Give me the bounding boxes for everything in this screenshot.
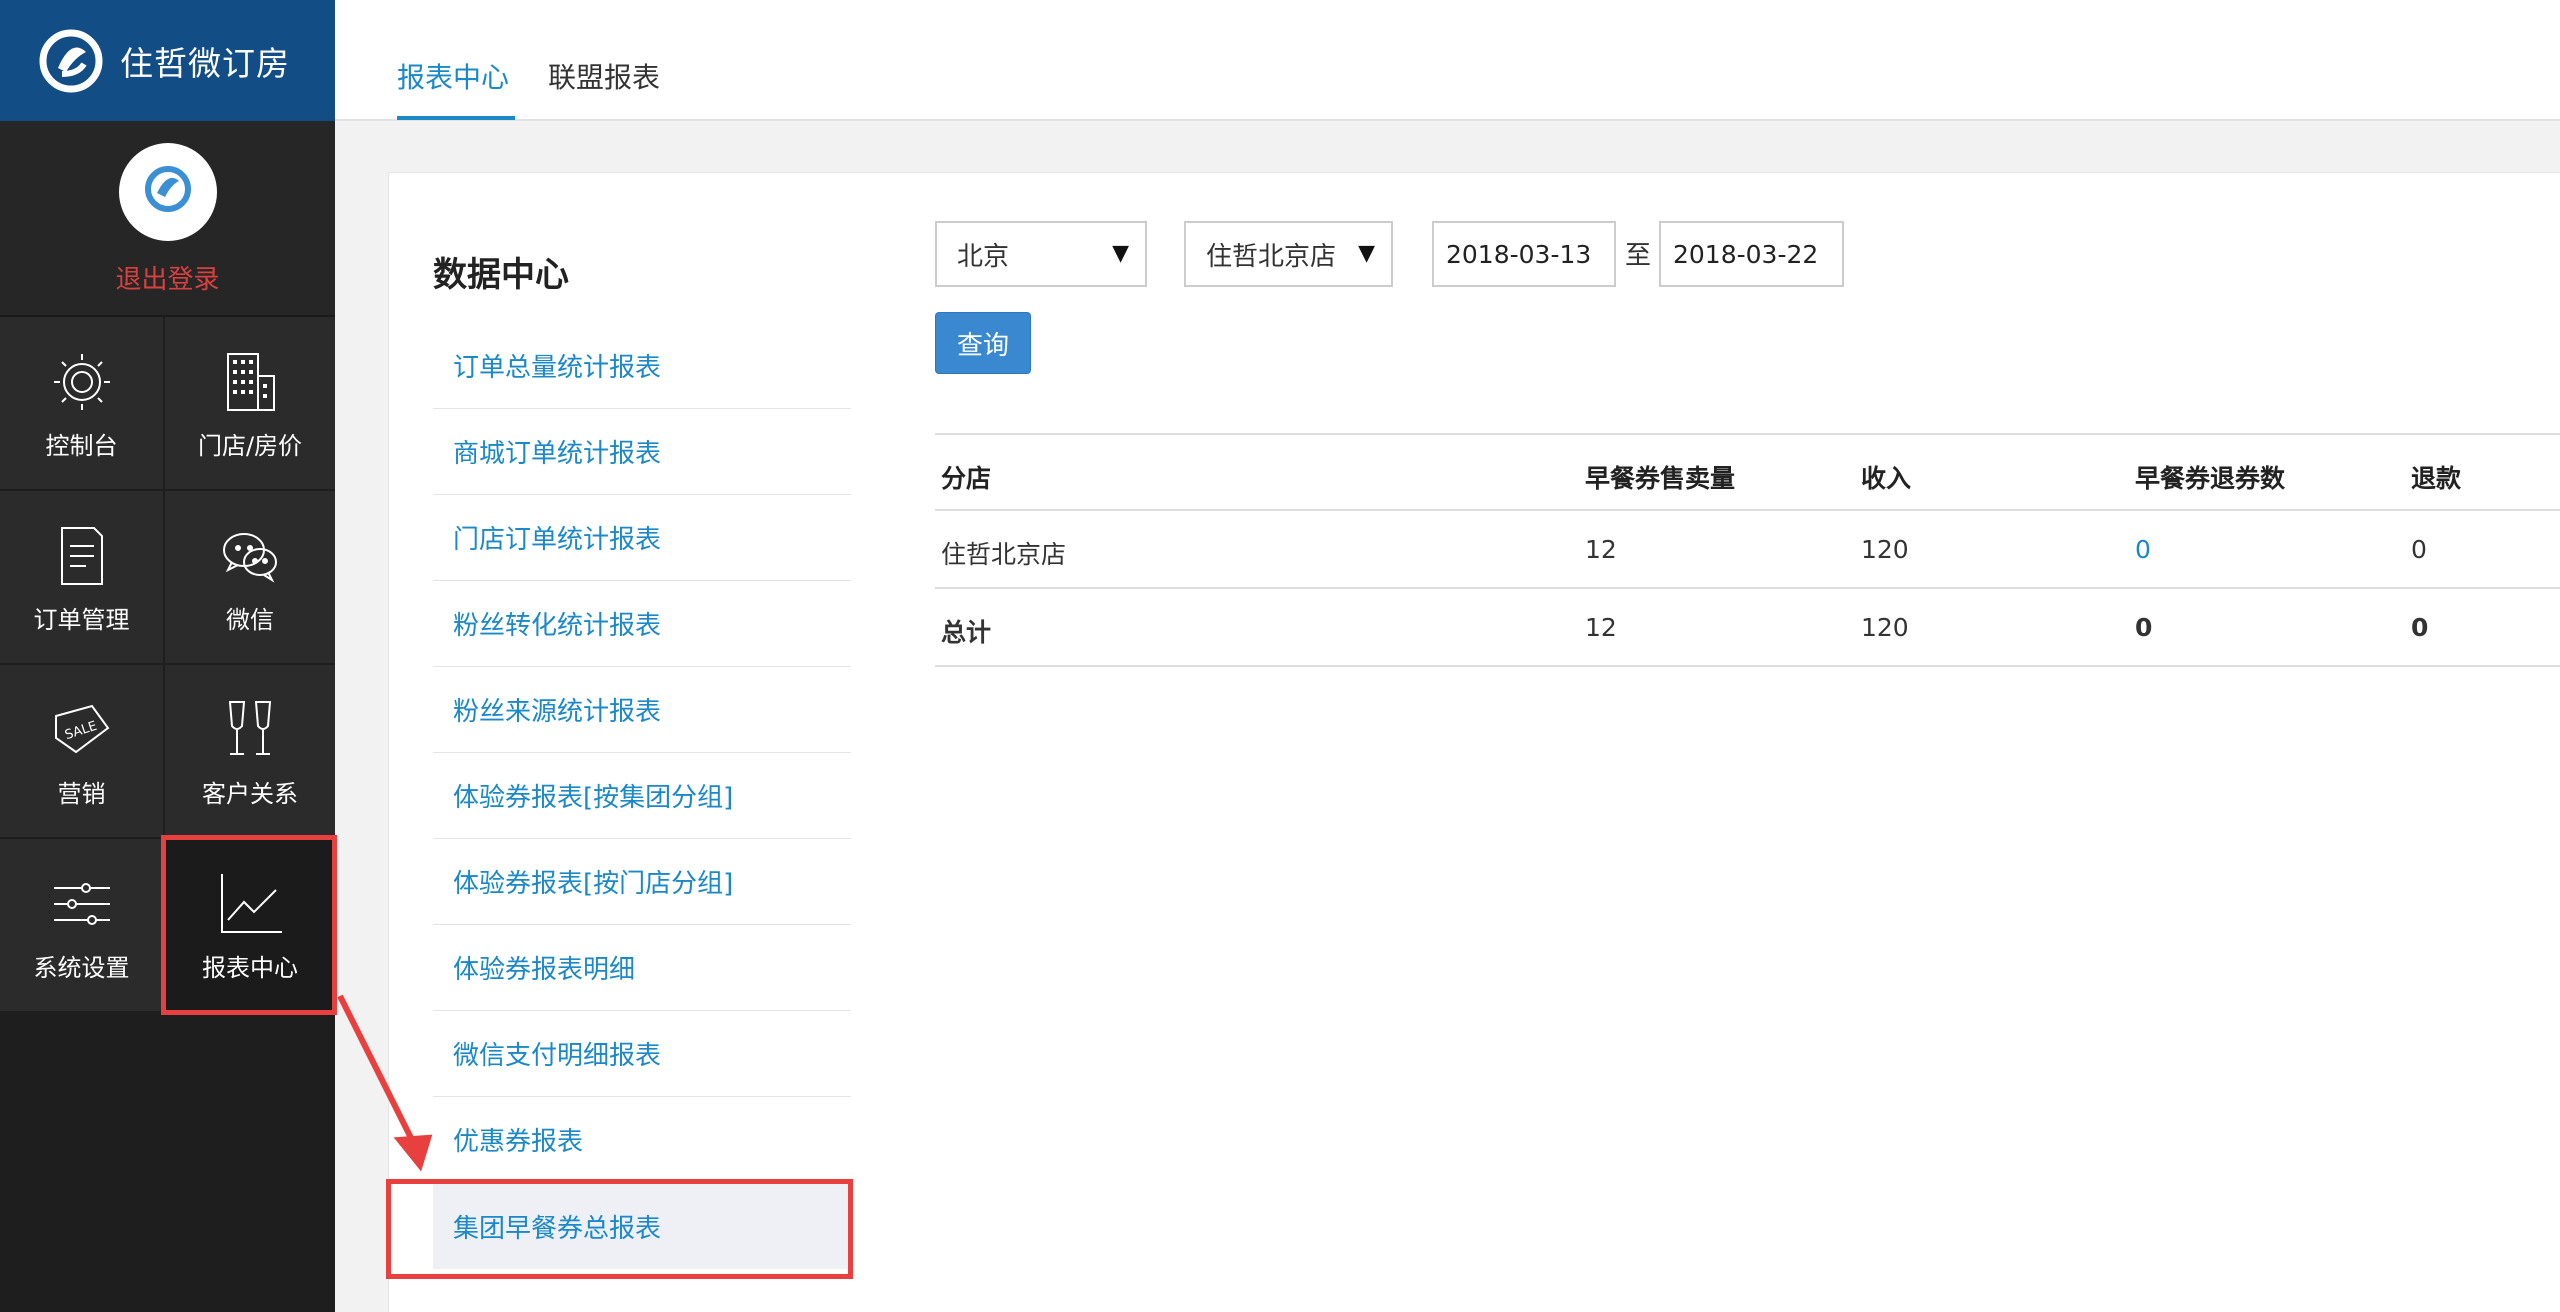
nav-item-dashboard[interactable]: 控制台 [0, 317, 163, 489]
nav-label: 客户关系 [202, 779, 298, 808]
report-item-fan-source[interactable]: 粉丝来源统计报表 [433, 667, 851, 753]
nav-label: 控制台 [45, 431, 118, 460]
report-item-mall-orders[interactable]: 商城订单统计报表 [433, 409, 851, 495]
total-revenue: 120 [1861, 613, 1909, 642]
wechat-icon [223, 532, 277, 583]
avatar[interactable] [118, 143, 217, 241]
cell-refund: 0 [2411, 535, 2427, 564]
nav-label: 营销 [57, 779, 106, 808]
total-breakfast-refunded: 0 [2135, 613, 2153, 642]
query-button[interactable]: 查询 [935, 312, 1031, 374]
nav-item-reports[interactable]: 报表中心 [161, 835, 337, 1015]
nav-item-marketing[interactable]: SALE 营销 [0, 665, 163, 837]
avatar-logo-icon [144, 166, 191, 212]
glasses-icon [228, 700, 272, 755]
table-row: 住哲北京店 12 120 0 0 [935, 511, 2560, 589]
content-panel: 数据中心 订单总量统计报表 商城订单统计报表 门店订单统计报表 粉丝转化统计报表… [386, 172, 2560, 1312]
city-select[interactable]: 北京 ▼ [935, 221, 1147, 287]
tab-alliance-report[interactable]: 联盟报表 [548, 56, 660, 96]
top-bar: 报表中心 联盟报表 [335, 0, 2560, 121]
store-select-value: 住哲北京店 [1206, 241, 1337, 272]
nav-item-store-price[interactable]: 门店/房价 [165, 317, 335, 489]
annotation-arrow-icon [337, 994, 433, 1172]
logout-link[interactable]: 退出登录 [115, 259, 219, 296]
sale-tag-icon: SALE [54, 704, 109, 753]
report-item-voucher-by-group[interactable]: 体验券报表[按集团分组] [433, 753, 851, 839]
sliders-icon [53, 882, 110, 925]
report-item-coupon[interactable]: 优惠券报表 [433, 1097, 851, 1183]
highlight-box [386, 1179, 853, 1279]
nav-item-orders[interactable]: 订单管理 [0, 491, 163, 663]
report-item-order-total[interactable]: 订单总量统计报表 [433, 323, 851, 409]
total-label: 总计 [941, 618, 992, 647]
total-breakfast-sold: 12 [1585, 613, 1617, 642]
report-item-fan-conversion[interactable]: 粉丝转化统计报表 [433, 581, 851, 667]
date-to-input[interactable]: 2018-03-22 [1659, 221, 1844, 287]
report-item-store-orders[interactable]: 门店订单统计报表 [433, 495, 851, 581]
city-select-value: 北京 [957, 241, 1010, 272]
sidebar: 住哲微订房 退出登录 控制台 门店/房价 订单管理 微信 SALE 营销 客户关… [0, 0, 337, 1312]
nav-label: 门店/房价 [197, 431, 303, 460]
header-refund: 退款 [2411, 464, 2462, 493]
nav-label: 微信 [226, 605, 274, 634]
cell-revenue: 120 [1861, 535, 1909, 564]
cell-breakfast-sold: 12 [1585, 535, 1617, 564]
dropdown-arrow-icon: ▼ [1358, 241, 1375, 266]
report-item-wechat-pay[interactable]: 微信支付明细报表 [433, 1011, 851, 1097]
table-header-row: 分店 早餐券售卖量 收入 早餐券退券数 退款 [935, 433, 2560, 511]
line-chart-icon [221, 873, 282, 933]
header-breakfast-refunded: 早餐券退券数 [2135, 464, 2286, 493]
report-item-voucher-by-store[interactable]: 体验券报表[按门店分组] [433, 839, 851, 925]
active-tab-underline [397, 116, 515, 120]
table-total-row: 总计 12 120 0 0 [935, 589, 2560, 667]
header-revenue: 收入 [1861, 464, 1912, 493]
nav-grid: 控制台 门店/房价 订单管理 微信 SALE 营销 客户关系 系统设置 报表中心 [0, 317, 337, 1015]
nav-label: 订单管理 [33, 605, 130, 634]
report-table: 分店 早餐券售卖量 收入 早餐券退券数 退款 住哲北京店 12 120 0 0 … [935, 433, 2560, 667]
brand-logo-icon [39, 29, 103, 92]
nav-label: 系统设置 [33, 953, 130, 982]
report-item-voucher-detail[interactable]: 体验券报表明细 [433, 925, 851, 1011]
tab-report-center[interactable]: 报表中心 [397, 56, 509, 96]
date-from-input[interactable]: 2018-03-13 [1432, 221, 1616, 287]
cell-store: 住哲北京店 [941, 540, 1067, 569]
total-refund: 0 [2411, 613, 2429, 642]
data-center-title: 数据中心 [433, 255, 569, 295]
building-icon [227, 352, 275, 411]
store-select[interactable]: 住哲北京店 ▼ [1184, 221, 1393, 287]
dropdown-arrow-icon: ▼ [1112, 241, 1129, 266]
brand-name: 住哲微订房 [120, 43, 290, 83]
header-store: 分店 [941, 464, 992, 493]
user-block: 退出登录 [0, 121, 335, 317]
nav-label: 报表中心 [202, 953, 298, 982]
document-icon [60, 526, 103, 585]
nav-item-wechat[interactable]: 微信 [165, 491, 335, 663]
nav-item-crm[interactable]: 客户关系 [165, 665, 335, 837]
brand-header[interactable]: 住哲微订房 [0, 0, 335, 121]
cell-breakfast-refunded-link[interactable]: 0 [2135, 535, 2151, 564]
date-separator: 至 [1625, 241, 1652, 271]
sun-dial-icon [53, 353, 110, 410]
report-list: 订单总量统计报表 商城订单统计报表 门店订单统计报表 粉丝转化统计报表 粉丝来源… [433, 323, 851, 1269]
nav-item-settings[interactable]: 系统设置 [0, 839, 163, 1011]
header-breakfast-sold: 早餐券售卖量 [1585, 464, 1736, 493]
